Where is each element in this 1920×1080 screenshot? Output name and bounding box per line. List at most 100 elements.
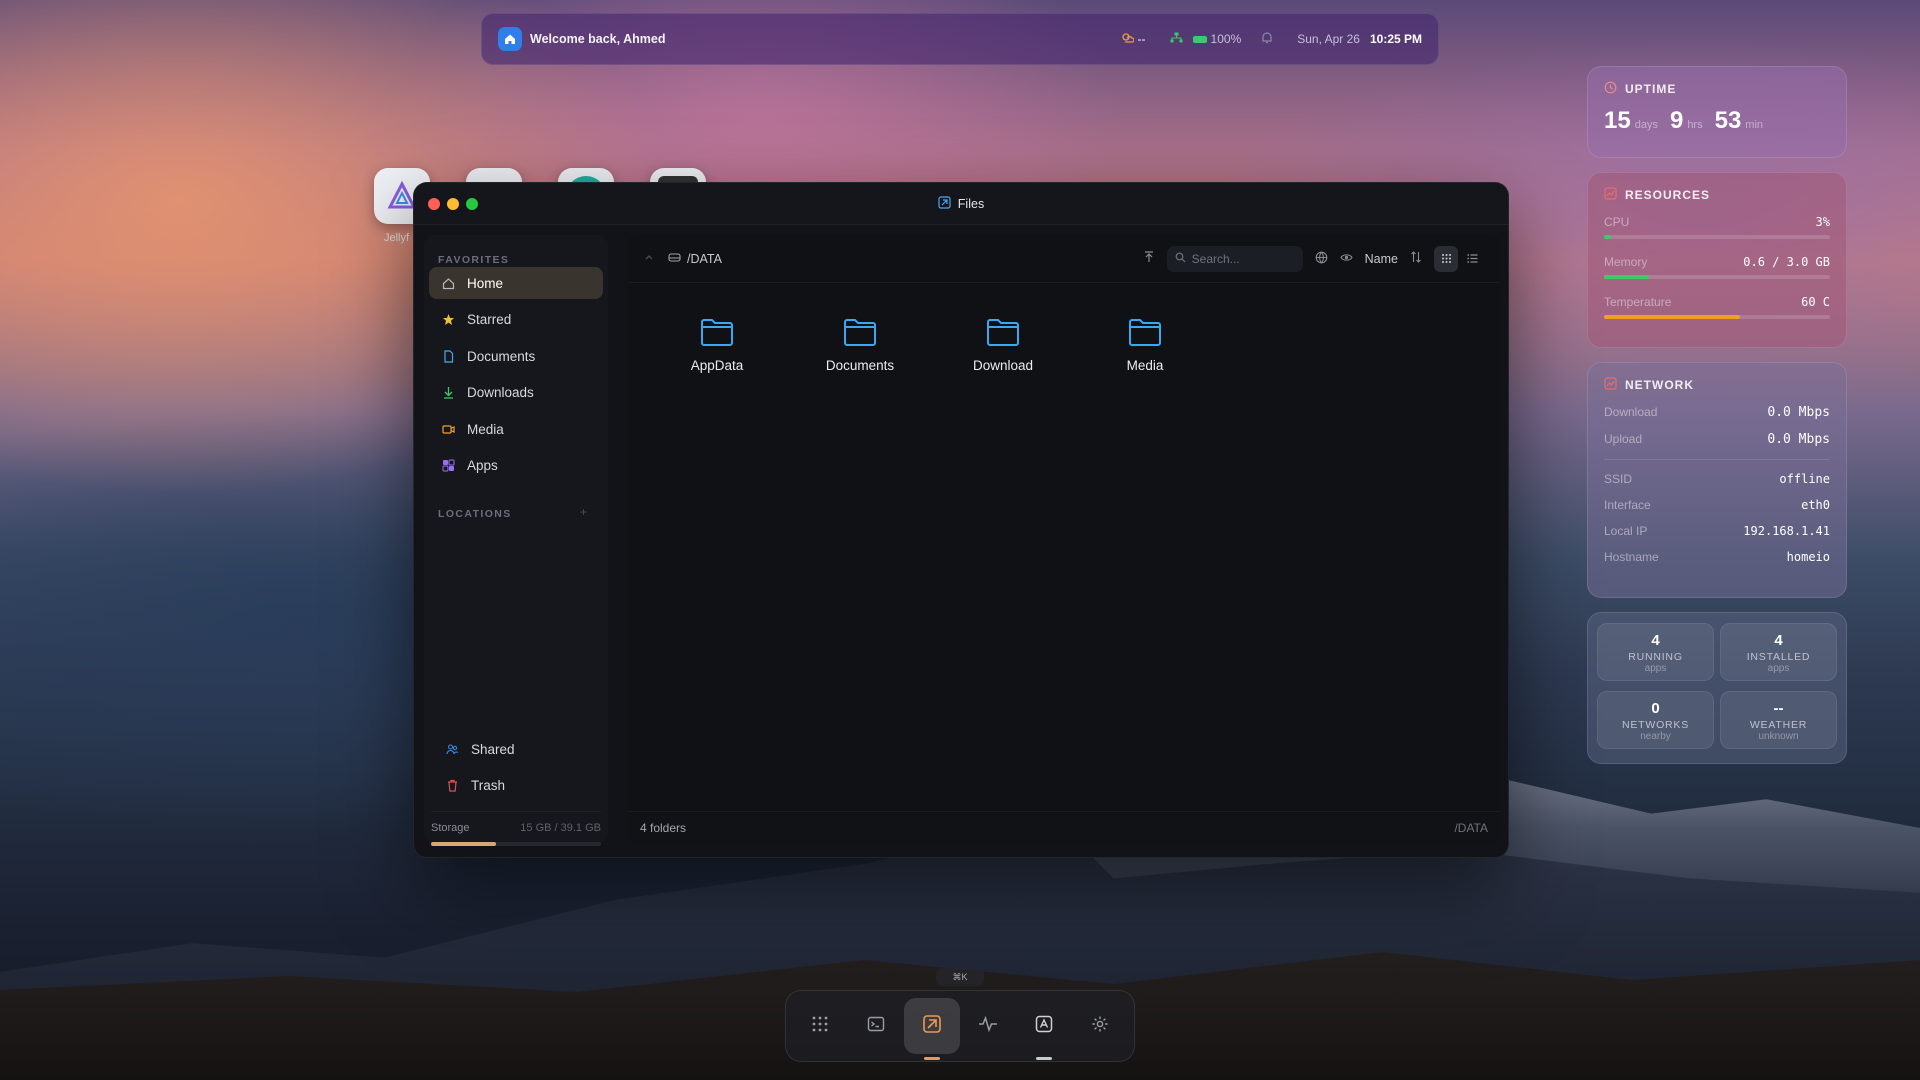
- date-text: Sun, Apr 26: [1297, 32, 1360, 46]
- temperature-bar-fill: [1604, 315, 1740, 319]
- files-icon: [922, 1014, 942, 1039]
- breadcrumb[interactable]: /DATA: [668, 252, 722, 266]
- dock-settings[interactable]: [1072, 998, 1128, 1054]
- download-icon: [441, 385, 455, 399]
- stat-number: 4: [1651, 632, 1660, 649]
- sidebar-item-downloads[interactable]: Downloads: [429, 376, 603, 408]
- sidebar-item-trash[interactable]: Trash: [429, 769, 603, 801]
- weather-icon: [1121, 32, 1135, 46]
- resources-widget: RESOURCES CPU 3% Memory 0.6 / 3.0 GB Tempe…: [1587, 172, 1847, 348]
- add-location-icon[interactable]: +: [580, 505, 587, 519]
- storage-bar-fill: [431, 842, 496, 846]
- eye-icon[interactable]: [1340, 252, 1353, 266]
- sidebar-item-home[interactable]: Home: [429, 267, 603, 299]
- sort-direction-icon[interactable]: [1410, 251, 1422, 266]
- document-icon: [441, 349, 455, 363]
- stat-sub: apps: [1644, 663, 1667, 674]
- sidebar-item-apps[interactable]: Apps: [429, 449, 603, 481]
- dock-files[interactable]: [904, 998, 960, 1060]
- dock-app-store[interactable]: [1016, 998, 1072, 1060]
- folder-icon: [1128, 319, 1162, 351]
- dock-terminal[interactable]: [848, 998, 904, 1054]
- sort-field[interactable]: Name: [1365, 252, 1398, 266]
- close-button[interactable]: [428, 198, 440, 210]
- window-title: Files: [957, 196, 985, 211]
- dock-monitor[interactable]: [960, 998, 1016, 1054]
- folder-item[interactable]: Documents: [805, 317, 915, 373]
- folder-item[interactable]: AppData: [662, 317, 772, 373]
- breadcrumb-path: /DATA: [687, 251, 722, 266]
- battery-value: 100%: [1210, 32, 1242, 46]
- download-label: Download: [1604, 405, 1658, 419]
- uptime-days-unit: days: [1634, 119, 1658, 131]
- status-bar: 4 folders /DATA: [628, 811, 1500, 843]
- battery-icon: [1192, 35, 1207, 43]
- stat-label: WEATHER: [1749, 719, 1808, 731]
- memory-bar-fill: [1604, 275, 1650, 279]
- download-value: 0.0 Mbps: [1767, 405, 1830, 420]
- home-logo-icon[interactable]: [498, 27, 522, 51]
- folder-item[interactable]: Download: [948, 317, 1058, 373]
- memory-bar: [1604, 275, 1830, 279]
- list-view-button[interactable]: [1460, 246, 1484, 272]
- drive-icon: [668, 252, 681, 266]
- local-ip-value: 192.168.1.41: [1743, 524, 1830, 538]
- trash-icon: [445, 778, 459, 792]
- minimize-button[interactable]: [447, 198, 459, 210]
- temperature-bar: [1604, 315, 1830, 319]
- folder-icon: [843, 319, 877, 351]
- network-icon: [1170, 32, 1183, 47]
- sidebar-item-label: Home: [467, 275, 504, 291]
- stat-installed-apps[interactable]: 4 INSTALLED apps: [1720, 623, 1837, 681]
- search-placeholder: Search...: [1191, 251, 1240, 266]
- cpu-bar: [1604, 235, 1830, 239]
- storage-label: Storage: [431, 822, 470, 834]
- home-icon: [441, 276, 455, 290]
- sidebar-item-documents[interactable]: Documents: [429, 340, 603, 372]
- folder-icon: [700, 319, 734, 351]
- folder-name: AppData: [690, 358, 744, 373]
- network-widget: NETWORK Download 0.0 Mbps Upload 0.0 Mbps …: [1587, 362, 1847, 598]
- sidebar-item-media[interactable]: Media: [429, 413, 603, 445]
- stat-running-apps[interactable]: 4 RUNNING apps: [1597, 623, 1714, 681]
- stat-networks[interactable]: 0 NETWORKS nearby: [1597, 691, 1714, 749]
- star-icon: [441, 312, 455, 326]
- dock-launcher[interactable]: [792, 998, 848, 1054]
- spotlight-hint[interactable]: ⌘K: [936, 968, 984, 986]
- file-toolbar: /DATA Search... Name: [628, 235, 1500, 283]
- ssid-value: offline: [1779, 472, 1830, 486]
- uptime-minutes-unit: min: [1745, 119, 1764, 131]
- folder-name: Documents: [825, 358, 895, 373]
- maximize-button[interactable]: [466, 198, 478, 210]
- stat-label: INSTALLED: [1746, 651, 1811, 663]
- bell-icon[interactable]: [1261, 31, 1273, 47]
- sidebar-item-label: Documents: [467, 348, 536, 364]
- folder-item[interactable]: Media: [1090, 317, 1200, 373]
- window-titlebar[interactable]: Files: [414, 183, 1508, 225]
- stat-weather[interactable]: -- WEATHER unknown: [1720, 691, 1837, 749]
- grid-view-button[interactable]: [1434, 245, 1458, 272]
- memory-label: Memory: [1604, 255, 1648, 269]
- search-input[interactable]: Search...: [1166, 245, 1303, 272]
- sidebar-item-label: Trash: [471, 777, 506, 793]
- file-browser: /DATA Search... Name AppData Documents D…: [628, 235, 1500, 843]
- sidebar-item-label: Shared: [471, 741, 515, 757]
- app-store-icon: [1035, 1015, 1053, 1038]
- network-title: NETWORK: [1625, 378, 1694, 392]
- stats-widget: 4 RUNNING apps 4 INSTALLED apps 0 NETWOR…: [1587, 612, 1847, 764]
- sidebar-item-starred[interactable]: Starred: [429, 303, 603, 335]
- stat-label: NETWORKS: [1621, 719, 1690, 731]
- up-arrow-icon[interactable]: [644, 250, 654, 268]
- globe-icon[interactable]: [1315, 251, 1328, 267]
- terminal-icon: [867, 1015, 885, 1038]
- stat-sub: nearby: [1640, 731, 1671, 742]
- upload-icon[interactable]: [1143, 251, 1155, 266]
- favorites-heading: FAVORITES: [438, 254, 510, 266]
- sidebar-item-label: Starred: [467, 311, 512, 327]
- sidebar-item-shared[interactable]: Shared: [429, 733, 603, 765]
- memory-value: 0.6 / 3.0 GB: [1743, 255, 1830, 269]
- uptime-widget: UPTIME 15 days 9 hrs 53 min: [1587, 66, 1847, 158]
- weather-value: --: [1137, 32, 1146, 46]
- temperature-label: Temperature: [1604, 295, 1672, 309]
- folder-name: Download: [972, 358, 1034, 373]
